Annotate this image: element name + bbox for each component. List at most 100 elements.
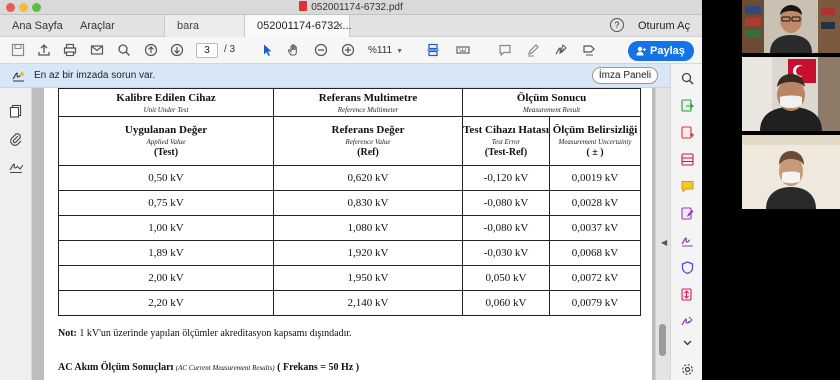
window-titlebar: 052001174-6732.pdf	[0, 0, 702, 15]
header-reference-value: Referans Değer Reference Value (Ref)	[273, 116, 463, 166]
cell-reference: 1,080 kV	[273, 215, 463, 241]
header-measurement-result-en: Measurement Result	[522, 105, 581, 114]
previous-page-icon[interactable]	[142, 41, 160, 59]
cell-applied: 1,00 kV	[58, 215, 274, 241]
document-viewport[interactable]: Kalibre Edilen Cihaz Unit Under Test Refe…	[32, 88, 670, 380]
header-unit-under-test-en: Unit Under Test	[143, 105, 189, 114]
fill-sign-icon[interactable]	[580, 41, 598, 59]
tab-document-active[interactable]: 052001174-6732.... ×	[244, 15, 352, 37]
header-reference-multimeter-tr: Referans Multimetre	[318, 91, 418, 104]
tab-tools[interactable]: Araçlar	[80, 15, 115, 37]
cell-uncertainty: 0,0072 kV	[548, 265, 642, 291]
email-icon[interactable]	[88, 41, 106, 59]
cell-reference: 1,920 kV	[273, 240, 463, 266]
table-header-row: Uygulanan Değer Applied Value (Test) Refer…	[58, 116, 642, 166]
attachments-icon[interactable]	[9, 132, 23, 146]
page-fit-icon[interactable]	[424, 41, 442, 59]
cell-uncertainty: 0,0019 kV	[548, 165, 642, 191]
scrollbar-thumb[interactable]	[659, 324, 666, 356]
comment-icon[interactable]	[496, 41, 514, 59]
table-row: 0,50 kV 0,620 kV -0,120 kV 0,0019 kV	[58, 165, 642, 191]
create-pdf-icon[interactable]	[681, 126, 694, 139]
chevron-down-icon: ▼	[396, 48, 404, 55]
zoom-out-icon[interactable]	[312, 41, 330, 59]
signature-warning-icon	[12, 71, 25, 82]
vertical-scrollbar[interactable]	[655, 88, 670, 380]
sign-in-link[interactable]: Oturum Aç	[638, 15, 690, 37]
signatures-icon[interactable]	[9, 160, 23, 174]
header-reference-value-en: Reference Value	[345, 138, 391, 146]
ac-current-section-heading: AC Akım Ölçüm Sonuçları (AC Current Meas…	[58, 362, 359, 373]
cell-reference: 0,830 kV	[273, 190, 463, 216]
more-tools-chevron-icon[interactable]	[681, 336, 694, 349]
hand-tool-icon[interactable]	[285, 41, 303, 59]
collapse-right-panel-icon[interactable]: ◀	[661, 238, 667, 247]
next-page-icon[interactable]	[168, 41, 186, 59]
comment-tool-icon[interactable]	[681, 180, 694, 193]
note-text: 1 kV'un üzerinde yapılan ölçümler akredi…	[79, 328, 352, 339]
protect-shield-icon[interactable]	[681, 261, 694, 274]
participant-video-1[interactable]	[742, 0, 840, 53]
upload-icon[interactable]	[35, 41, 53, 59]
help-icon[interactable]: ?	[610, 18, 624, 32]
gear-icon[interactable]	[681, 363, 694, 376]
table-row: 1,00 kV 1,080 kV -0,080 kV 0,0037 kV	[58, 215, 642, 241]
user-add-icon	[636, 46, 646, 56]
header-measurement-uncertainty-tr: Ölçüm Belirsizliği	[552, 124, 638, 136]
pdf-page: Kalibre Edilen Cihaz Unit Under Test Refe…	[44, 88, 652, 380]
save-icon[interactable]	[9, 41, 27, 59]
cell-uncertainty: 0,0068 kV	[548, 240, 642, 266]
tab-bar: Ana Sayfa Araçlar bara 052001174-6732...…	[0, 15, 702, 37]
select-cursor-icon[interactable]	[259, 41, 277, 59]
find-icon[interactable]	[115, 41, 133, 59]
cell-reference: 1,950 kV	[273, 265, 463, 291]
sign-icon[interactable]	[552, 41, 570, 59]
request-signature-icon[interactable]	[681, 234, 694, 247]
organize-pages-icon[interactable]	[681, 153, 694, 166]
header-applied-value-tr: Uygulanan Değer	[124, 124, 208, 136]
zoom-value: %111	[368, 45, 393, 56]
tab-home[interactable]: Ana Sayfa	[12, 15, 63, 37]
header-reference-value-tr: Referans Değer	[331, 124, 405, 136]
share-button-label: Paylaş	[650, 45, 685, 57]
zoom-in-icon[interactable]	[339, 41, 357, 59]
header-measurement-uncertainty-en: Measurement Uncertainty	[558, 138, 632, 146]
page-number-input[interactable]: 3	[196, 43, 218, 58]
window-title-text: 052001174-6732.pdf	[311, 2, 403, 13]
compress-pdf-icon[interactable]	[681, 288, 694, 301]
export-pdf-icon[interactable]	[681, 99, 694, 112]
pdf-viewer-window: 052001174-6732.pdf Ana Sayfa Araçlar bar…	[0, 0, 702, 380]
window-title: 052001174-6732.pdf	[0, 1, 702, 13]
search-icon[interactable]	[681, 72, 694, 85]
cell-reference: 0,620 kV	[273, 165, 463, 191]
print-icon[interactable]	[61, 41, 79, 59]
fill-and-sign-icon[interactable]	[681, 315, 694, 328]
zoom-select[interactable]: %111 ▼	[368, 43, 414, 58]
keyboard-icon[interactable]	[454, 41, 472, 59]
highlight-pen-icon[interactable]	[524, 41, 542, 59]
header-test-error: Test Cihazı Hatası Test Error (Test-Ref)	[462, 116, 550, 166]
ac-section-subtitle: (AC Current Measurement Results)	[175, 364, 275, 372]
page-thumbnails-icon[interactable]	[9, 104, 23, 118]
tab-document-bara[interactable]: bara	[164, 15, 244, 37]
participant-video-3[interactable]	[742, 135, 840, 209]
edit-pdf-icon[interactable]	[681, 207, 694, 220]
header-test-error-tr: Test Cihazı Hatası	[463, 124, 549, 136]
close-tab-icon[interactable]: ×	[337, 15, 343, 37]
cell-error: -0,080 kV	[462, 190, 550, 216]
cell-error: -0,080 kV	[462, 215, 550, 241]
pdf-file-icon	[299, 1, 308, 11]
header-unit-under-test: Kalibre Edilen Cihaz Unit Under Test	[58, 88, 274, 117]
cell-reference: 2,140 kV	[273, 290, 463, 316]
share-button[interactable]: Paylaş	[628, 41, 694, 61]
header-applied-value: Uygulanan Değer Applied Value (Test)	[58, 116, 274, 166]
table-row: 0,75 kV 0,830 kV -0,080 kV 0,0028 kV	[58, 190, 642, 216]
cell-error: -0,030 kV	[462, 240, 550, 266]
cell-applied: 2,20 kV	[58, 290, 274, 316]
participant-video-2[interactable]	[742, 57, 840, 131]
header-test-error-en: Test Error	[491, 138, 521, 146]
header-measurement-uncertainty: Ölçüm Belirsizliği Measurement Uncertaint…	[548, 116, 642, 166]
dc-voltage-results-table: Kalibre Edilen Cihaz Unit Under Test Refe…	[58, 88, 642, 316]
cell-applied: 0,50 kV	[58, 165, 274, 191]
signature-panel-button[interactable]: İmza Paneli	[592, 67, 658, 84]
